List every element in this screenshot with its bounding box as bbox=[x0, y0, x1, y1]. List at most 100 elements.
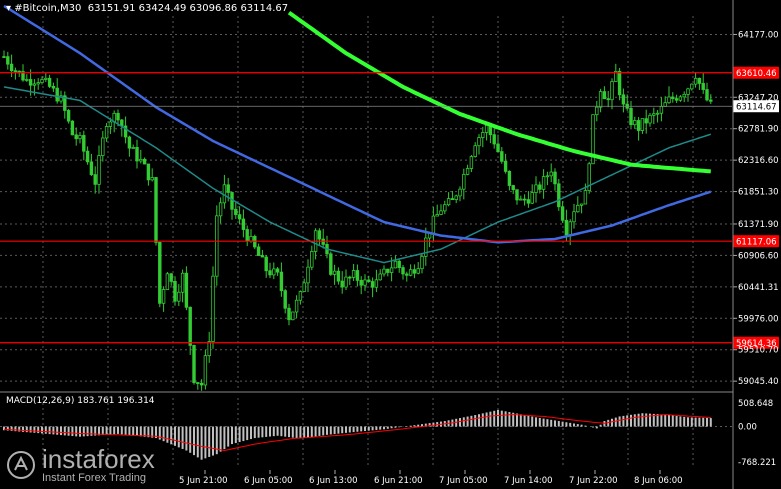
candle-body bbox=[28, 79, 33, 86]
candle-body bbox=[515, 189, 519, 201]
candle-body bbox=[606, 98, 610, 101]
candle-body bbox=[443, 204, 447, 212]
y-tick-label: 61851.30 bbox=[738, 188, 779, 198]
y-tick-label: 59976.00 bbox=[738, 314, 779, 324]
candle-body bbox=[104, 126, 109, 139]
candle-body bbox=[374, 279, 379, 288]
x-tick-label: 7 Jun 14:00 bbox=[504, 476, 553, 486]
macd-y-label: 0.00 bbox=[738, 423, 757, 433]
candle-body bbox=[367, 279, 371, 282]
candle-body bbox=[2, 56, 6, 58]
candle-body bbox=[363, 279, 367, 286]
candle-body bbox=[344, 276, 348, 288]
candle-body bbox=[158, 242, 162, 304]
y-tick-label: 63247.20 bbox=[738, 93, 779, 103]
candle-body bbox=[621, 94, 626, 105]
candle-body bbox=[693, 77, 698, 85]
candle-body bbox=[412, 269, 417, 274]
candle-body bbox=[522, 198, 527, 201]
candle-body bbox=[636, 120, 641, 131]
candle-body bbox=[674, 98, 679, 101]
candle-body bbox=[36, 82, 40, 85]
x-tick-label: 7 Jun 05:00 bbox=[439, 476, 488, 486]
candle-body bbox=[306, 266, 310, 284]
candle-body bbox=[215, 215, 219, 277]
price-chart[interactable]: 63610.4661117.0659614.3663114.67 64177.0… bbox=[0, 0, 781, 489]
candle-body bbox=[245, 229, 249, 242]
candle-body bbox=[564, 219, 569, 236]
candle-body bbox=[211, 275, 215, 342]
candle-body bbox=[47, 77, 52, 87]
candle-body bbox=[465, 168, 470, 175]
candle-body bbox=[154, 177, 158, 243]
candle-body bbox=[82, 135, 86, 152]
candle-body bbox=[469, 156, 474, 169]
candle-body bbox=[405, 273, 409, 276]
candle-body bbox=[439, 210, 443, 215]
candle-body bbox=[473, 145, 477, 157]
candle-body bbox=[70, 120, 75, 136]
candle-body bbox=[705, 89, 709, 101]
candle-body bbox=[648, 114, 652, 124]
candle-body bbox=[511, 185, 515, 191]
candle-body bbox=[55, 87, 59, 102]
candle-body bbox=[659, 106, 664, 114]
x-tick-label: 6 Jun 13:00 bbox=[309, 476, 358, 486]
candle-body bbox=[351, 270, 356, 278]
candle-body bbox=[583, 190, 588, 205]
candle-body bbox=[481, 132, 485, 138]
candle-body bbox=[359, 279, 363, 286]
candle-body bbox=[241, 218, 246, 230]
candle-body bbox=[671, 96, 675, 99]
candle-body bbox=[249, 235, 253, 242]
candle-body bbox=[93, 174, 97, 185]
candle-body bbox=[264, 256, 268, 272]
candle-body bbox=[268, 270, 272, 276]
candle-body bbox=[13, 70, 18, 73]
candle-body bbox=[549, 171, 553, 177]
candle-body bbox=[302, 282, 306, 292]
candle-body bbox=[294, 299, 299, 313]
candle-body bbox=[260, 255, 265, 258]
candle-body bbox=[161, 289, 166, 304]
candle-body bbox=[177, 291, 181, 302]
candle-body bbox=[85, 150, 90, 163]
candle-body bbox=[690, 83, 694, 90]
symbol-label: ▾ #Bitcoin,M30 bbox=[6, 3, 82, 14]
candle-body bbox=[142, 158, 147, 165]
candle-body bbox=[32, 83, 37, 86]
candle-body bbox=[534, 184, 538, 194]
candle-body bbox=[116, 112, 120, 121]
candle-body bbox=[579, 203, 584, 206]
x-tick-label: 7 Jun 22:00 bbox=[569, 476, 618, 486]
y-tick-label: 62781.90 bbox=[738, 125, 779, 135]
y-tick-label: 59510.70 bbox=[738, 346, 779, 356]
y-tick-label: 59045.40 bbox=[738, 377, 779, 387]
candle-body bbox=[446, 198, 451, 206]
candle-body bbox=[389, 267, 394, 273]
candle-body bbox=[530, 192, 534, 204]
candle-body bbox=[97, 155, 101, 185]
x-tick-label: 5 Jun 21:00 bbox=[179, 476, 228, 486]
candle-body bbox=[435, 214, 439, 217]
candle-body bbox=[9, 63, 14, 72]
candle-body bbox=[568, 221, 572, 236]
candle-body bbox=[496, 143, 500, 153]
chart-header: ▾ #Bitcoin,M30 63151.91 63424.49 63096.8… bbox=[6, 3, 288, 14]
candle-body bbox=[146, 163, 151, 181]
candle-body bbox=[397, 260, 401, 268]
candle-body bbox=[408, 269, 413, 276]
candle-body bbox=[165, 273, 170, 290]
candle-body bbox=[598, 91, 603, 108]
candle-body bbox=[644, 118, 648, 124]
candle-body bbox=[652, 113, 656, 116]
candle-body bbox=[492, 134, 496, 145]
candle-body bbox=[234, 208, 238, 216]
candle-body bbox=[401, 267, 405, 275]
candle-body bbox=[283, 290, 287, 309]
candle-body bbox=[101, 137, 105, 156]
candle-body bbox=[617, 71, 622, 96]
candle-body bbox=[545, 175, 550, 178]
candle-body bbox=[386, 268, 390, 273]
candle-body bbox=[667, 96, 671, 104]
